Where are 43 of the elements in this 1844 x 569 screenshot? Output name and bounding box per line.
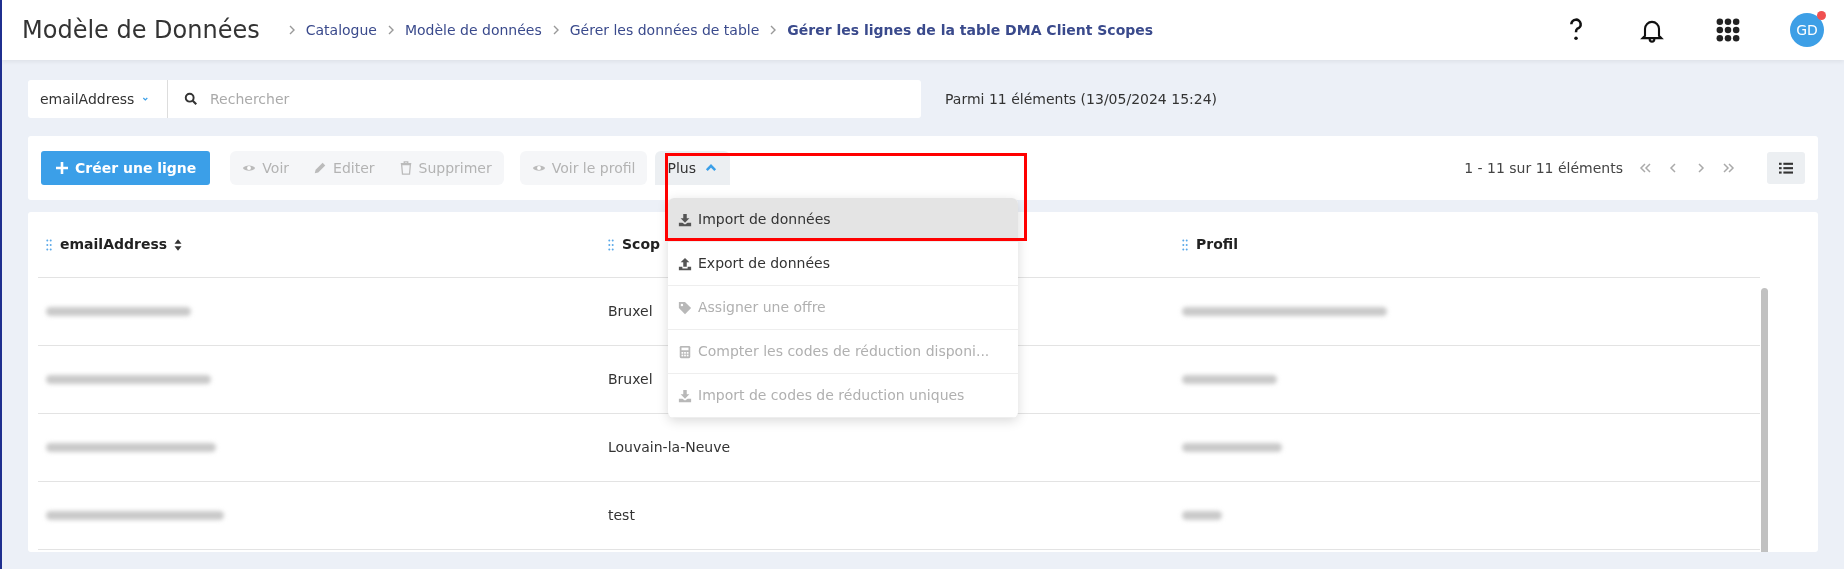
plus-icon	[55, 161, 69, 175]
apps-grid-icon[interactable]	[1714, 16, 1742, 44]
chevron-right-icon	[551, 25, 560, 35]
list-view-icon	[1779, 161, 1793, 175]
last-page-icon[interactable]	[1723, 161, 1735, 175]
download-icon	[678, 212, 692, 227]
menu-item[interactable]: Import de données	[668, 198, 1018, 242]
breadcrumb-link[interactable]: Gérer les lignes de la table DMA Client Scopes	[787, 19, 1154, 41]
table-cell: test	[608, 507, 635, 523]
breadcrumb-link[interactable]: Modèle de données	[404, 19, 542, 41]
chevron-right-icon	[386, 25, 395, 35]
drag-handle-icon[interactable]	[1182, 238, 1188, 251]
menu-item[interactable]: Export de données	[668, 242, 1018, 286]
table-cell: Bruxel	[608, 303, 653, 319]
pagination-summary: 1 - 11 sur 11 éléments	[1464, 158, 1623, 178]
pencil-icon	[313, 161, 328, 175]
drag-handle-icon[interactable]	[46, 238, 52, 251]
download-icon	[678, 388, 692, 403]
calculator-icon	[678, 344, 692, 359]
next-page-icon[interactable]	[1695, 161, 1707, 175]
column-header[interactable]: Scop	[622, 234, 661, 255]
drag-handle-icon[interactable]	[608, 238, 614, 251]
list-view-button[interactable]	[1767, 152, 1805, 184]
upload-icon	[678, 256, 692, 271]
table-cell: Louvain-la-Neuve	[608, 439, 731, 455]
column-header[interactable]: emailAddress	[60, 234, 168, 255]
tag-icon	[678, 300, 692, 315]
table-cell: Bruxel	[608, 371, 653, 387]
search-icon	[184, 92, 198, 106]
breadcrumb-link[interactable]: Gérer les données de table	[569, 19, 760, 41]
blurred-text	[1182, 511, 1222, 520]
field-select[interactable]: emailAddress	[28, 80, 168, 118]
chevron-right-icon	[769, 25, 778, 35]
page-title: Modèle de Données	[22, 15, 260, 46]
previous-page-icon[interactable]	[1667, 161, 1679, 175]
search-field[interactable]: Rechercher	[168, 80, 921, 118]
trash-icon	[398, 161, 413, 175]
chevron-right-icon	[287, 25, 296, 35]
scrollbar[interactable]	[1761, 288, 1768, 552]
breadcrumb-link[interactable]: Catalogue	[305, 19, 377, 41]
first-page-icon[interactable]	[1639, 161, 1651, 175]
column-header[interactable]: Profil	[1196, 234, 1238, 255]
result-summary: Parmi 11 éléments (13/05/2024 15:24)	[945, 89, 1218, 109]
